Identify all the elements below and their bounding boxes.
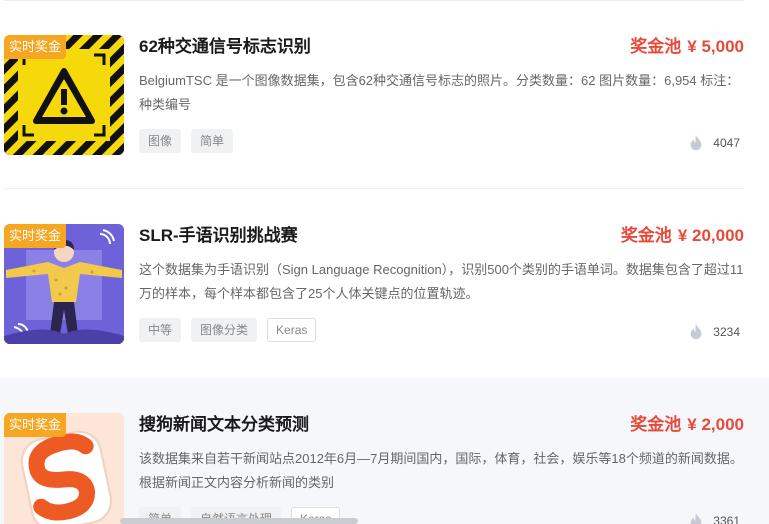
competition-description: BelgiumTSC 是一个图像数据集，包含62种交通信号标志的照片。分类数量：… bbox=[139, 73, 740, 112]
tag[interactable]: 简单 bbox=[191, 129, 234, 153]
prize-amount: ¥ 5,000 bbox=[687, 37, 744, 56]
competition-card-2[interactable]: 实时奖金 SLR-手语识别挑战赛 奖金池 ¥ 20,000 这个数据集为手语识别（… bbox=[0, 189, 769, 378]
popularity: 3234 bbox=[687, 323, 740, 341]
tag[interactable]: 图像 bbox=[139, 129, 182, 153]
live-badge: 实时奖金 bbox=[4, 224, 67, 248]
competition-description: 这个数据集为手语识别（Sign Language Recognition），识别… bbox=[139, 262, 744, 301]
flame-icon bbox=[690, 134, 702, 151]
tag[interactable]: 中等 bbox=[139, 318, 182, 342]
live-badge: 实时奖金 bbox=[4, 35, 67, 59]
horizontal-scrollbar[interactable] bbox=[120, 518, 358, 524]
prize-pool: 奖金池 ¥ 5,000 bbox=[630, 32, 744, 57]
tag[interactable]: 图像分类 bbox=[191, 318, 258, 342]
prize-label: 奖金池 bbox=[630, 415, 682, 434]
flame-icon bbox=[690, 512, 702, 524]
thumbnail[interactable]: 实时奖金 bbox=[4, 224, 124, 344]
hot-count: 3361 bbox=[713, 514, 740, 524]
thumbnail[interactable]: 实时奖金 bbox=[4, 413, 124, 524]
competition-card-3[interactable]: 实时奖金 搜狗新闻文本分类预测 奖金池 ¥ 2,000 该数据集来自若干新闻站点2… bbox=[0, 378, 769, 524]
tag-list: 中等 图像分类 Keras bbox=[139, 318, 317, 342]
prize-amount: ¥ 2,000 bbox=[687, 415, 744, 434]
thumbnail[interactable]: 实时奖金 bbox=[4, 35, 124, 155]
hot-count: 3234 bbox=[713, 325, 740, 339]
tag-list: 图像 简单 bbox=[139, 129, 234, 153]
prize-pool: 奖金池 ¥ 2,000 bbox=[630, 410, 744, 435]
live-badge: 实时奖金 bbox=[4, 413, 67, 437]
prize-amount: ¥ 20,000 bbox=[677, 226, 744, 245]
competition-title[interactable]: SLR-手语识别挑战赛 bbox=[139, 221, 298, 246]
tag[interactable]: Keras bbox=[267, 318, 317, 342]
prize-pool: 奖金池 ¥ 20,000 bbox=[621, 221, 744, 246]
competition-description: 该数据集来自若干新闻站点2012年6月—7月期间国内，国际，体育，社会，娱乐等1… bbox=[139, 451, 743, 490]
prize-label: 奖金池 bbox=[630, 37, 682, 56]
hot-count: 4047 bbox=[713, 136, 740, 150]
flame-icon bbox=[690, 323, 702, 340]
prize-label: 奖金池 bbox=[620, 226, 672, 245]
competition-title[interactable]: 搜狗新闻文本分类预测 bbox=[139, 410, 309, 435]
competition-card-1[interactable]: 实时奖金 62种交通信号标志识别 奖金池 ¥ 5,000 BelgiumTSC 是… bbox=[0, 0, 769, 189]
competition-title[interactable]: 62种交通信号标志识别 bbox=[139, 32, 311, 57]
popularity: 4047 bbox=[687, 134, 740, 152]
divider bbox=[4, 0, 744, 1]
popularity: 3361 bbox=[687, 512, 740, 524]
